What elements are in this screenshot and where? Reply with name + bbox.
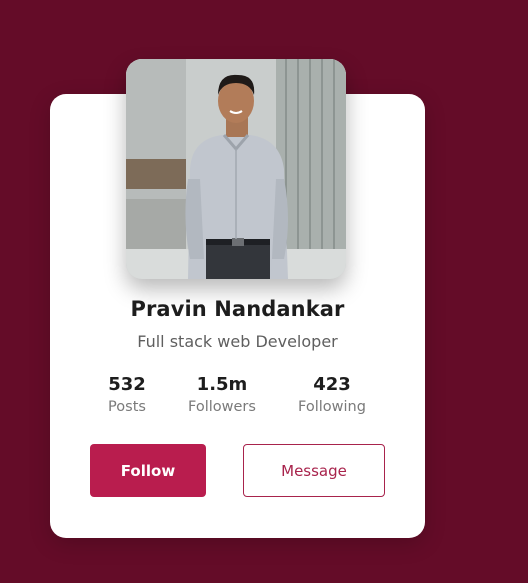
stat-following-value: 423	[313, 374, 351, 395]
stat-followers: 1.5m Followers	[167, 374, 277, 418]
follow-button[interactable]: Follow	[90, 444, 206, 497]
stat-following-label: Following	[298, 399, 366, 415]
stat-posts-value: 532	[108, 374, 146, 395]
page: Pravin Nandankar Full stack web Develope…	[0, 0, 528, 583]
stat-followers-value: 1.5m	[196, 374, 248, 395]
stat-following: 423 Following	[277, 374, 387, 418]
stat-posts-label: Posts	[108, 399, 146, 415]
stat-followers-label: Followers	[188, 399, 256, 415]
profile-photo-image	[126, 59, 346, 279]
message-button[interactable]: Message	[243, 444, 385, 497]
profile-role: Full stack web Developer	[137, 332, 338, 351]
profile-photo	[126, 59, 346, 279]
profile-name: Pravin Nandankar	[130, 297, 345, 321]
stat-posts: 532 Posts	[72, 374, 182, 418]
